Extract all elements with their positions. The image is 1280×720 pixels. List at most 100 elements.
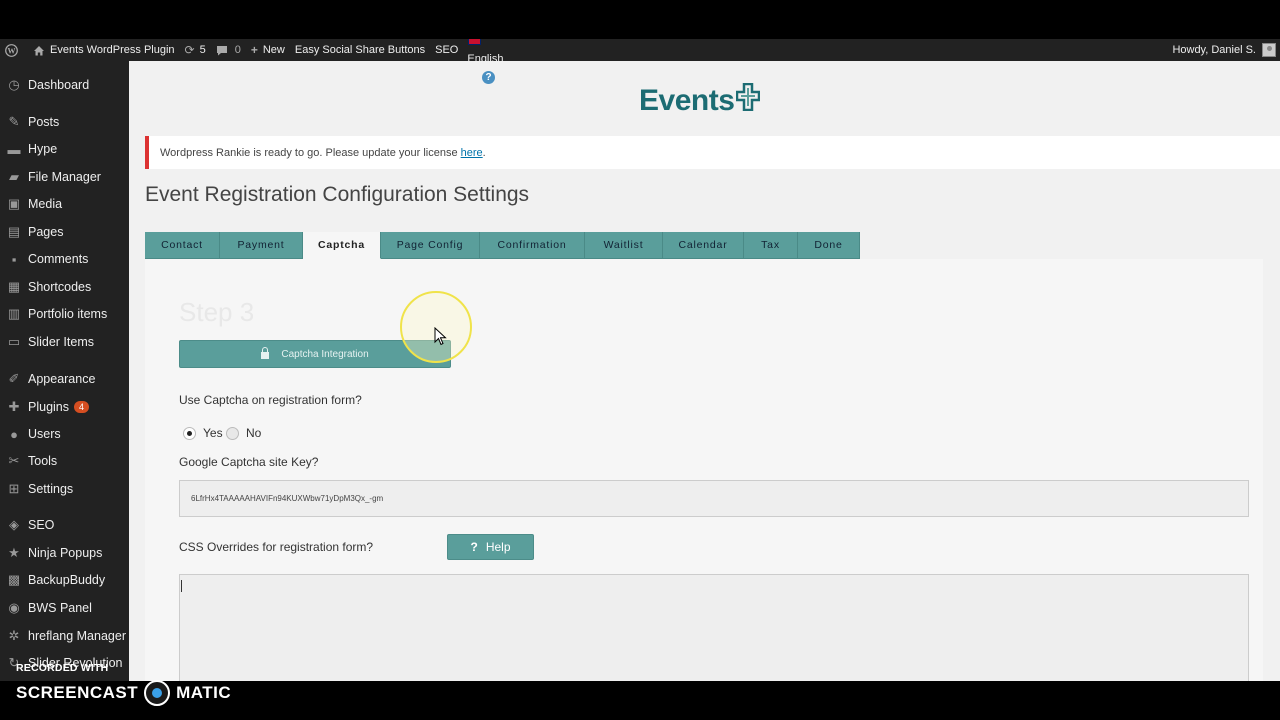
folder-icon: ▰ (9, 169, 19, 184)
sidebar-item-slider-items[interactable]: ▭ Slider Items (0, 329, 129, 355)
sidebar-item-file-manager[interactable]: ▰ File Manager (0, 164, 129, 190)
seo-link[interactable]: SEO (430, 39, 463, 61)
sidebar-item-comments[interactable]: ▪ Comments (0, 246, 129, 272)
tab-calendar[interactable]: Calendar (663, 232, 744, 259)
language-switcher[interactable]: English (463, 39, 503, 65)
sidebar-item-posts[interactable]: ✎ Posts (0, 109, 129, 135)
brush-icon: ✐ (8, 371, 20, 386)
wrench-icon: ✂ (8, 453, 20, 468)
sidebar-item-label: Shortcodes (28, 280, 92, 294)
plus-icon: + (250, 43, 258, 57)
sidebar-item-label: Pages (28, 225, 64, 239)
use-captcha-label: Use Captcha on registration form? (179, 393, 362, 407)
sidebar-item-backupbuddy[interactable]: ▩ BackupBuddy (0, 567, 129, 593)
gear-icon: ✲ (8, 628, 20, 643)
home-icon (33, 45, 45, 56)
record-dot-icon (144, 680, 171, 706)
captcha-no-radio[interactable] (226, 427, 239, 440)
events-logo: Events (639, 82, 761, 119)
sidebar-item-appearance[interactable]: ✐ Appearance (0, 366, 129, 392)
captcha-integration-label: Captcha Integration (281, 348, 369, 360)
css-overrides-label: CSS Overrides for registration form? (179, 540, 374, 554)
tab-payment[interactable]: Payment (220, 232, 303, 259)
cursor-highlight (400, 291, 472, 363)
watermark-recorded-with: RECORDED WITH (16, 662, 109, 674)
comment-icon: ▪ (11, 251, 17, 267)
wordpress-logo-button[interactable]: W (0, 39, 28, 61)
plugin-icon: ✚ (8, 399, 20, 414)
social-share-link[interactable]: Easy Social Share Buttons (290, 39, 430, 61)
main-content: ? Events Wordpress Rankie is ready to go… (129, 61, 1280, 681)
help-button[interactable]: ? Help (447, 534, 534, 560)
sidebar-item-hype[interactable]: ▬ Hype (0, 136, 129, 162)
sidebar-item-users[interactable]: ● Users (0, 421, 129, 447)
sidebar-item-label: Comments (28, 252, 89, 266)
logo-plus-icon (736, 82, 761, 119)
howdy-text: Howdy, Daniel S. (1172, 44, 1256, 56)
tab-waitlist[interactable]: Waitlist (585, 232, 663, 259)
sidebar-item-label: Settings (28, 482, 74, 496)
sidebar-item-label: Media (28, 197, 63, 211)
watermark-left: SCREENCAST (16, 683, 139, 702)
sidebar-item-hreflang-manager[interactable]: ✲ hreflang Manager (0, 623, 129, 649)
comment-icon (216, 45, 228, 56)
hype-icon: ▬ (7, 141, 21, 157)
svg-text:W: W (8, 46, 16, 55)
shortcode-icon: ▦ (7, 279, 21, 294)
uk-flag-icon (468, 39, 482, 45)
sidebar-item-label: SEO (28, 518, 55, 532)
site-key-input[interactable]: 6LfrHx4TAAAAAHAVIFn94KUXWbw71yDpM3Qx_-gm (179, 480, 1249, 517)
portfolio-icon: ▥ (7, 306, 21, 321)
site-name-link[interactable]: Events WordPress Plugin (28, 39, 180, 61)
wordpress-icon: W (5, 43, 18, 57)
help-question-icon[interactable]: ? (482, 71, 495, 84)
plugins-update-badge: 4 (74, 401, 90, 413)
tab-captcha[interactable]: Captcha (303, 232, 381, 259)
updates-link[interactable]: ⟳ 5 (180, 39, 211, 61)
css-overrides-textarea[interactable] (179, 574, 1249, 681)
mouse-pointer-icon (434, 327, 447, 346)
sidebar-item-label: Plugins (28, 400, 69, 414)
social-share-label: Easy Social Share Buttons (294, 44, 426, 56)
tab-confirmation[interactable]: Confirmation (480, 232, 585, 259)
sidebar-item-label: Dashboard (28, 78, 90, 92)
sidebar-item-ninja-popups[interactable]: ★ Ninja Popups (0, 540, 129, 566)
captcha-yes-radio[interactable] (183, 427, 196, 440)
new-label: New (262, 44, 285, 56)
tab-tax[interactable]: Tax (744, 232, 798, 259)
sidebar-item-label: BWS Panel (28, 601, 92, 615)
sidebar-item-media[interactable]: ▣ Media (0, 191, 129, 217)
sidebar-item-label: Slider Items (28, 335, 94, 349)
sidebar-item-shortcodes[interactable]: ▦ Shortcodes (0, 274, 129, 300)
refresh-icon: ⟳ (184, 43, 195, 57)
settings-tabs: Contact Payment Captcha Page Config Confirma… (145, 232, 860, 259)
sidebar-item-seo[interactable]: ◈ SEO (0, 512, 129, 538)
sidebar-item-label: Tools (28, 454, 58, 468)
tab-contact[interactable]: Contact (145, 232, 220, 259)
admin-bar: W Events WordPress Plugin ⟳ 5 0 + New Ea… (0, 39, 1280, 65)
comments-link[interactable]: 0 (211, 39, 246, 61)
new-content-link[interactable]: + New (246, 39, 290, 61)
tab-done[interactable]: Done (798, 232, 860, 259)
sidebar-item-pages[interactable]: ▤ Pages (0, 219, 129, 245)
users-icon: ● (10, 426, 18, 442)
seo-label: SEO (435, 44, 459, 56)
sidebar-item-tools[interactable]: ✂ Tools (0, 448, 129, 474)
sidebar-item-bws-panel[interactable]: ◉ BWS Panel (0, 595, 129, 621)
sidebar-item-plugins[interactable]: ✚ Plugins 4 (0, 394, 129, 420)
logo-band: ? Events (129, 61, 1280, 136)
logo-text: Events (639, 84, 735, 117)
license-notice: Wordpress Rankie is ready to go. Please … (145, 136, 1280, 169)
notice-license-link[interactable]: here (461, 147, 483, 159)
sidebar-item-label: hreflang Manager (28, 629, 126, 643)
site-name: Events WordPress Plugin (50, 44, 175, 56)
sidebar-item-dashboard[interactable]: ◷ Dashboard (0, 72, 129, 98)
notice-text: Wordpress Rankie is ready to go. Please … (160, 146, 458, 159)
sidebar-item-settings[interactable]: ⊞ Settings (0, 476, 129, 502)
sidebar-item-portfolio-items[interactable]: ▥ Portfolio items (0, 301, 129, 327)
tab-page-config[interactable]: Page Config (381, 232, 480, 259)
sidebar-item-label: File Manager (28, 170, 101, 184)
account-menu[interactable]: Howdy, Daniel S. (1172, 43, 1280, 57)
question-icon: ? (470, 540, 478, 554)
sidebar-item-label: Ninja Popups (28, 546, 103, 560)
